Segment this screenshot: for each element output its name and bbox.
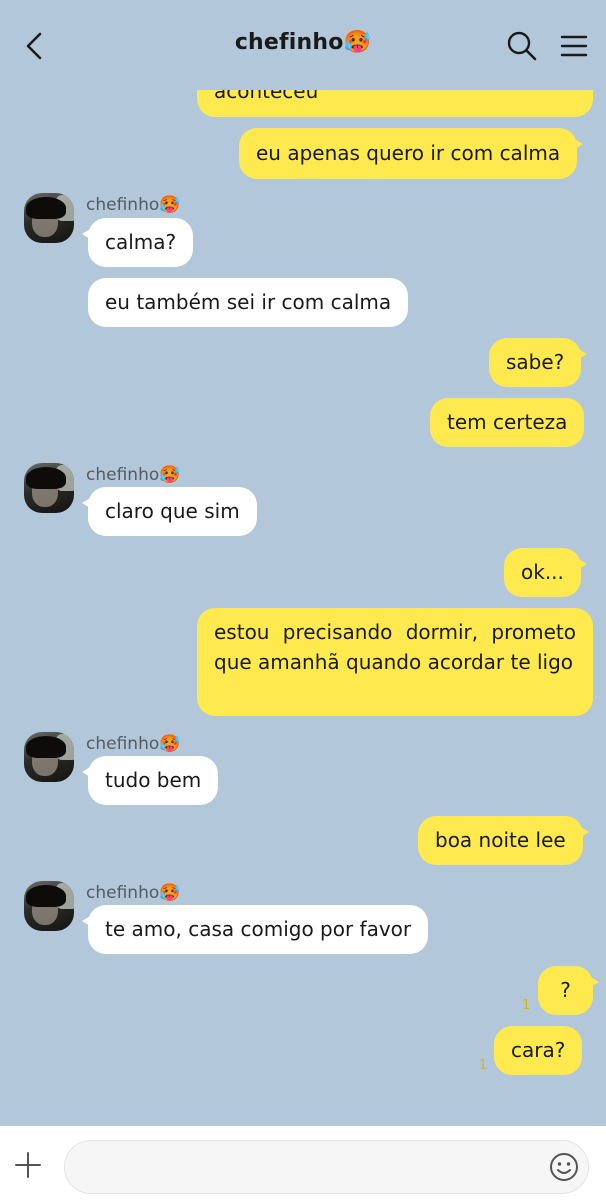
- message-bubble-me[interactable]: eu apenas quero ir com calma: [239, 128, 584, 179]
- sender-name: chefinho🥵: [86, 465, 181, 485]
- message-text: sabe?: [506, 350, 565, 374]
- menu-icon[interactable]: [558, 32, 590, 60]
- message-text: eu apenas quero ir com calma: [256, 141, 561, 165]
- message-bubble-me[interactable]: tem certeza: [430, 398, 585, 447]
- contact-avatar[interactable]: [24, 463, 74, 513]
- plus-icon[interactable]: [14, 1151, 42, 1179]
- message-bubble-me[interactable]: estou precisando dormir, prometo que ama…: [197, 608, 593, 716]
- message-text: cara?: [511, 1038, 566, 1062]
- message-bubble-me[interactable]: ?: [538, 966, 599, 1015]
- chat-header: chefinho🥵: [0, 0, 606, 90]
- message-bubble-me[interactable]: ok...: [504, 548, 587, 597]
- message-bubble-them[interactable]: te amo, casa comigo por favor: [81, 905, 429, 954]
- message-input[interactable]: [64, 1140, 589, 1194]
- contact-avatar[interactable]: [24, 193, 74, 243]
- message-text: te amo, casa comigo por favor: [105, 917, 412, 941]
- message-text: ?: [560, 978, 571, 1002]
- message-bubble-them[interactable]: tudo bem: [81, 756, 219, 805]
- contact-avatar[interactable]: [24, 881, 74, 931]
- emoji-icon[interactable]: [548, 1151, 580, 1183]
- sender-name: chefinho🥵: [86, 195, 181, 215]
- unread-count: 1: [479, 1058, 488, 1073]
- message-text: estou precisando dormir, prometo que ama…: [214, 620, 576, 674]
- unread-count: 1: [522, 998, 531, 1013]
- message-bubble-them[interactable]: calma?: [81, 218, 194, 267]
- sender-name: chefinho🥵: [86, 883, 181, 903]
- message-text: calma?: [105, 230, 177, 254]
- message-text: tudo bem: [105, 768, 202, 792]
- search-icon[interactable]: [506, 30, 538, 62]
- message-text: ok...: [521, 560, 564, 584]
- message-bubble-them[interactable]: eu também sei ir com calma: [88, 278, 409, 327]
- message-bubble-me[interactable]: boa noite lee: [418, 816, 589, 865]
- message-text: eu também sei ir com calma: [105, 290, 392, 314]
- message-text: claro que sim: [105, 499, 240, 523]
- message-bubble-me[interactable]: sabe?: [489, 338, 588, 387]
- contact-avatar[interactable]: [24, 732, 74, 782]
- message-text: tem certeza: [447, 410, 568, 434]
- message-text: boa noite lee: [435, 828, 566, 852]
- chat-area[interactable]: aconteceu eu apenas quero ir com calma c…: [0, 0, 606, 1126]
- message-bubble-me[interactable]: cara?: [494, 1026, 583, 1075]
- message-bubble-them[interactable]: claro que sim: [82, 487, 257, 536]
- sender-name: chefinho🥵: [86, 734, 181, 754]
